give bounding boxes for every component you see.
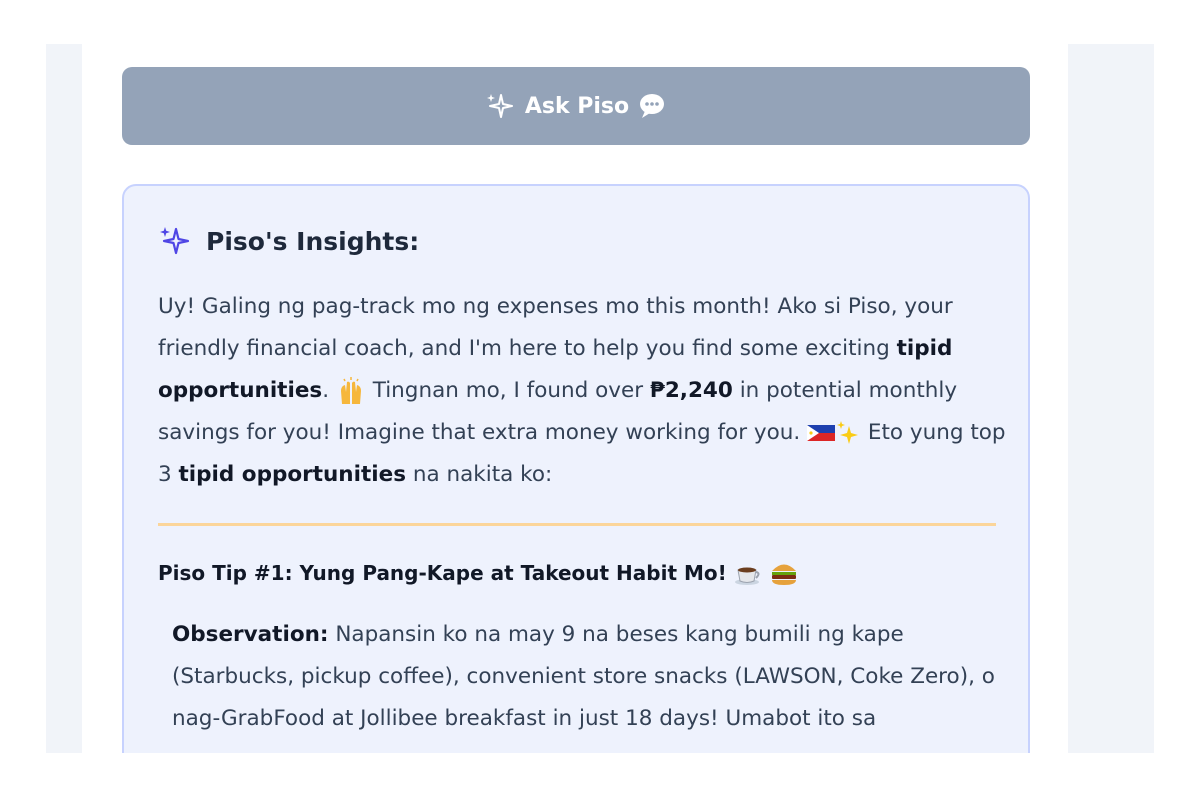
tip-title-text: Piso Tip #1: Yung Pang-Kape at Takeout H… (158, 561, 727, 585)
speech-bubble-icon (640, 94, 665, 118)
sparkles-icon (486, 94, 513, 118)
intro-text: na nakita ko: (406, 462, 553, 487)
intro-text: . (322, 378, 336, 403)
intro-text: Uy! Galing ng pag-track mo ng expenses m… (158, 294, 953, 361)
coffee-icon (734, 567, 760, 585)
tip-title: Piso Tip #1: Yung Pang-Kape at Takeout H… (158, 558, 799, 588)
intro-amount: ₱2,240 (649, 378, 733, 403)
sparkles-emoji-icon (837, 421, 859, 444)
burger-icon (771, 564, 796, 585)
main-panel: Ask Piso Piso's Insights: Uy! Galing ng … (82, 44, 1068, 753)
divider (158, 523, 996, 526)
observation-label: Observation: (172, 622, 329, 647)
insights-heading: Piso's Insights: (158, 224, 419, 258)
tip-observation: Observation: Napansin ko na may 9 na bes… (172, 614, 1012, 740)
ask-piso-button[interactable]: Ask Piso (122, 67, 1030, 145)
raising-hands-icon (340, 377, 361, 404)
philippines-flag-icon (807, 425, 836, 441)
intro-bold: tipid opportunities (178, 462, 407, 487)
insights-intro: Uy! Galing ng pag-track mo ng expenses m… (158, 286, 1008, 496)
intro-text: Tingnan mo, I found over (365, 378, 650, 403)
insights-title: Piso's Insights: (206, 226, 420, 256)
ask-piso-label: Ask Piso (524, 93, 630, 119)
insights-card: Piso's Insights: Uy! Galing ng pag-track… (122, 184, 1030, 753)
sparkles-icon (160, 227, 190, 255)
